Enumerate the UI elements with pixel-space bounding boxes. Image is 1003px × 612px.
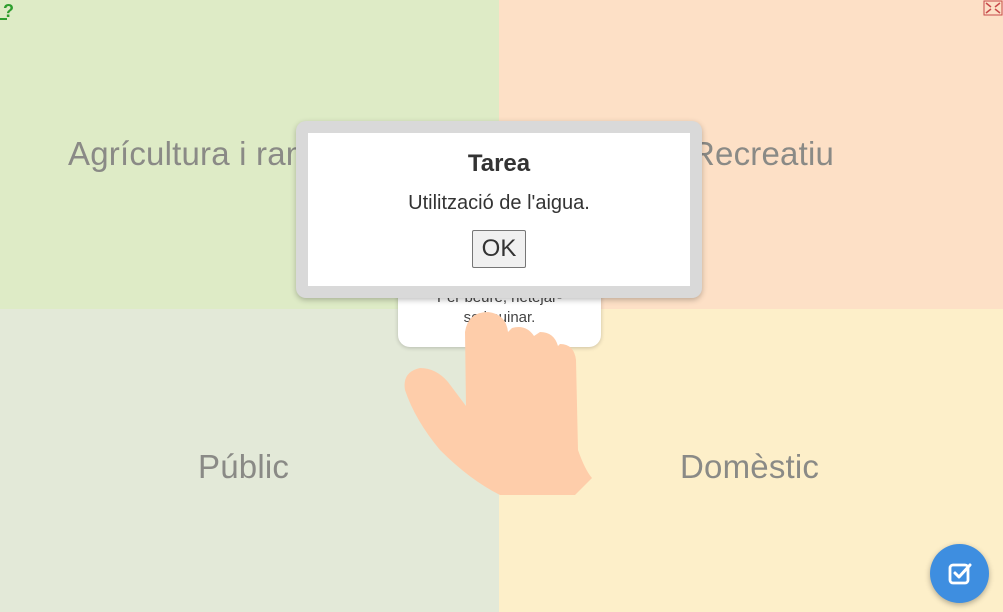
- check-button[interactable]: [930, 544, 989, 603]
- check-icon: [948, 563, 971, 584]
- quadrant-label: Domèstic: [680, 448, 820, 485]
- quadrant-label: Recreatiu: [691, 135, 835, 172]
- dialog-message: Utilització de l'aigua.: [408, 192, 590, 214]
- ok-button[interactable]: OK: [471, 230, 527, 268]
- hand-pointer-icon: [404, 312, 592, 495]
- quadrant-label: Públic: [198, 448, 290, 485]
- task-dialog: Tarea Utilització de l'aigua. OK: [296, 121, 702, 298]
- fullscreen-icon[interactable]: [983, 0, 1003, 16]
- dialog-title: Tarea: [467, 150, 531, 177]
- dialog-body: Tarea Utilització de l'aigua. OK: [308, 133, 690, 286]
- help-icon[interactable]: ?: [0, 0, 18, 22]
